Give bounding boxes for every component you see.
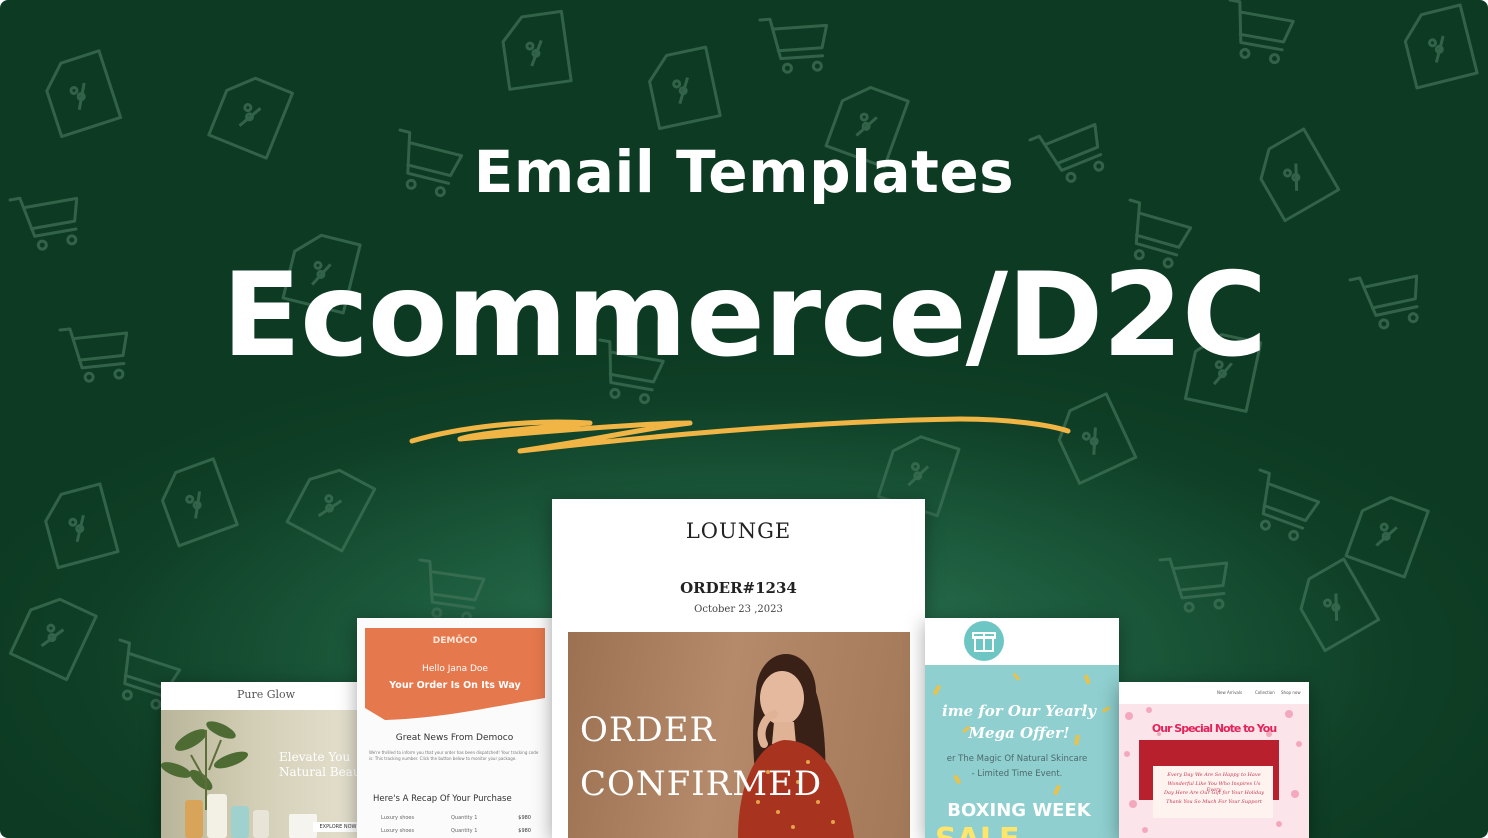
lounge-headline-line1: ORDER [580, 710, 717, 750]
note-nav: New Arrivals Collection Shop now [1119, 682, 1309, 704]
lounge-brand: LOUNGE [685, 519, 792, 543]
item-price: $980 [518, 828, 531, 834]
promo-banner: Email Templates Ecommerce/D2C Pure Glow [0, 0, 1488, 838]
mega-subtext-line2: - Limited Time Event. [971, 769, 1063, 779]
template-card-mega-offer[interactable]: ime for Our Yearly Mega Offer! er The Ma… [925, 618, 1119, 838]
gift-logo-icon [964, 621, 1004, 661]
note-script-line: Every Day We Are So Happy to Have [1167, 772, 1261, 778]
nav-link[interactable]: New Arrivals [1217, 690, 1242, 695]
banner-title: Ecommerce/D2C [221, 248, 1267, 383]
mega-headline-line1: ime for Our Yearly [942, 702, 1096, 720]
democo-item-row: Luxury shoes Quantity 1 $980 [381, 815, 531, 821]
mega-headline-line2: Mega Offer! [968, 724, 1070, 742]
mega-sale-text: SALE [935, 822, 1019, 838]
democo-item-row: Luxury shoes Quantity 1 $980 [381, 828, 531, 834]
item-name: Luxury shoes [381, 828, 415, 834]
mega-subtext: er The Magic Of Natural Skincare - Limit… [925, 752, 1117, 782]
mega-header [925, 618, 1119, 665]
democo-body-text: We're thrilled to inform you that your o… [369, 750, 539, 761]
item-name: Luxury shoes [381, 815, 415, 821]
pure-glow-hero-image: Elevate You Natural Beaut EXPLORE NOW [161, 710, 371, 838]
lounge-order-number: ORDER#1234 [680, 579, 797, 597]
mega-headline: ime for Our Yearly Mega Offer! [925, 700, 1119, 744]
lounge-headline-line2: CONFIRMED [580, 764, 823, 804]
lounge-order-date: October 23 ,2023 [694, 604, 783, 615]
nav-link[interactable]: Shop now [1281, 690, 1301, 695]
democo-header-curve [365, 698, 545, 723]
item-price: $980 [518, 815, 531, 821]
democo-header: DEMŌCO Hello Jana Doe Your Order Is On I… [365, 628, 545, 723]
note-title: Our Special Note to You [1151, 722, 1277, 735]
underline-squiggle [409, 416, 1071, 454]
template-card-democo[interactable]: DEMŌCO Hello Jana Doe Your Order Is On I… [357, 618, 552, 838]
item-qty: Quantity 1 [451, 815, 478, 821]
template-card-special-note[interactable]: New Arrivals Collection Shop now Our Spe… [1119, 682, 1309, 838]
note-script-line: Day Here Are Our Gift for Your Holiday [1163, 790, 1265, 796]
banner-subtitle: Email Templates [473, 138, 1015, 206]
nav-link[interactable]: Collection [1255, 690, 1275, 695]
template-card-lounge[interactable]: LOUNGE ORDER#1234 October 23 ,2023 ORDER… [552, 499, 925, 838]
mega-subtext-line1: er The Magic Of Natural Skincare [946, 754, 1088, 764]
mega-boxing-week: BOXING WEEK [947, 800, 1091, 821]
lounge-hero-photo: ORDER CONFIRMED [568, 632, 910, 838]
democo-recap-heading: Here's A Recap Of Your Purchase [373, 794, 512, 804]
item-qty: Quantity 1 [451, 828, 478, 834]
pure-glow-brand: Pure Glow [236, 688, 296, 701]
democo-news-heading: Great News From Democo [395, 733, 514, 743]
note-script-line: Thank You So Much For Your Support [1166, 799, 1262, 805]
template-card-pure-glow[interactable]: Pure Glow Elevate You Natural Beaut EXPL… [161, 682, 371, 838]
explore-now-button[interactable]: EXPLORE NOW [313, 822, 363, 832]
